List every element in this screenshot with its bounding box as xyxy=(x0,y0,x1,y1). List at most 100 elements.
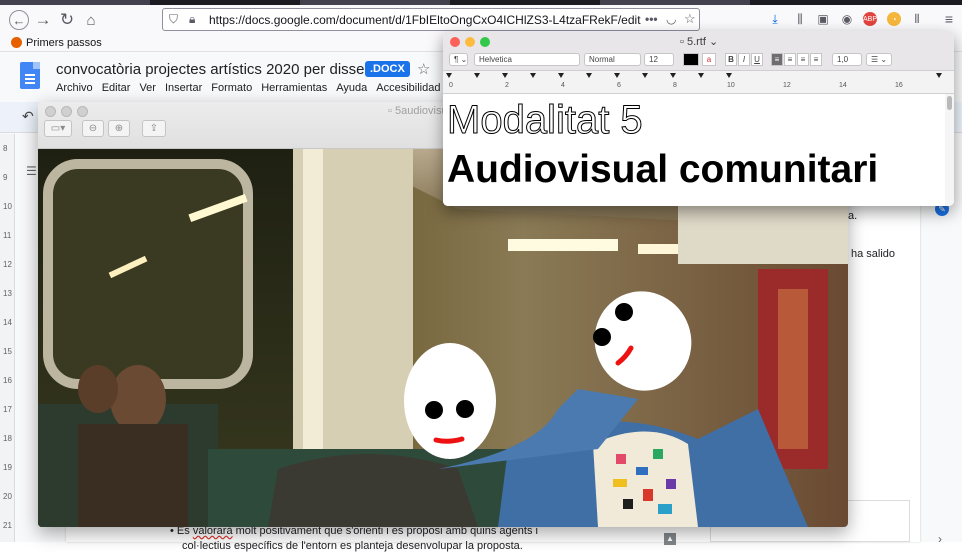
minimize-button[interactable] xyxy=(465,37,475,47)
menu-archivo[interactable]: Archivo xyxy=(56,82,93,94)
ruler-number: 2 xyxy=(505,82,509,89)
partial-text: ha salido xyxy=(851,248,896,260)
bullet-line-2: col·lectius específics de l'entorn es pl… xyxy=(182,540,523,552)
bookmark-star-icon[interactable]: ☆ xyxy=(684,11,696,27)
heading-modalitat[interactable]: Modalitat 5 xyxy=(447,98,644,143)
bold-button[interactable]: B xyxy=(725,53,737,66)
equalizer-icon[interactable]: ⦀ xyxy=(910,12,924,26)
pocket-icon[interactable]: ◡ xyxy=(666,12,676,26)
textedit-window[interactable]: ▫ 5.rtf ⌄ ¶ ⌄ Helvetica Normal 12 a B I … xyxy=(443,31,954,206)
ruler-number: 9 xyxy=(3,173,8,182)
docs-logo-icon[interactable] xyxy=(20,62,40,89)
close-button[interactable] xyxy=(45,106,56,117)
zoom-out-icon[interactable]: ⊖ xyxy=(82,120,104,137)
ruler-number: 16 xyxy=(895,82,903,89)
ruler-number: 14 xyxy=(839,82,847,89)
minimize-button[interactable] xyxy=(61,106,72,117)
align-justify-icon[interactable]: ≡ xyxy=(810,53,822,66)
heading-audiovisual[interactable]: Audiovisual comunitari xyxy=(447,148,878,192)
docx-badge: .DOCX xyxy=(365,61,410,77)
list-style-icon[interactable]: ☰ ⌄ xyxy=(866,53,892,66)
star-icon[interactable]: ☆ xyxy=(417,60,430,78)
address-bar[interactable]: ⛉ 🔒︎ https://docs.google.com/document/d/… xyxy=(162,8,700,31)
ellipsis-icon[interactable]: ••• xyxy=(645,12,658,26)
align-left-icon[interactable]: ≡ xyxy=(771,53,783,66)
ruler-number: 10 xyxy=(3,202,12,211)
bookmark-primers-passos[interactable]: Primers passos xyxy=(26,37,102,49)
highlight-color-icon[interactable]: a xyxy=(702,53,716,66)
home-icon[interactable]: ⌂ xyxy=(80,9,102,31)
ruler-number: 11 xyxy=(3,231,12,240)
ruler-number: 4 xyxy=(561,82,565,89)
ruler-number: 19 xyxy=(3,463,12,472)
reload-icon[interactable]: ↻ xyxy=(56,9,78,31)
sidebar-icon[interactable]: ▣ xyxy=(816,12,830,26)
font-family-select[interactable]: Helvetica xyxy=(474,53,580,66)
url-text[interactable]: https://docs.google.com/document/d/1FbIE… xyxy=(209,13,641,27)
sidebar-toggle-icon[interactable]: ▭▾ xyxy=(44,120,72,137)
ruler-number: 6 xyxy=(617,82,621,89)
partial-text: a. xyxy=(848,210,858,222)
download-icon[interactable]: ⤓ xyxy=(768,12,782,26)
underline-button[interactable]: U xyxy=(751,53,763,66)
menu-insertar[interactable]: Insertar xyxy=(165,82,202,94)
extension-icon[interactable]: ◔ xyxy=(887,12,901,26)
account-icon[interactable]: ◉ xyxy=(840,12,854,26)
align-center-icon[interactable]: ≡ xyxy=(784,53,796,66)
firefox-favicon-icon xyxy=(11,37,22,48)
ruler-number: 8 xyxy=(673,82,677,89)
share-icon[interactable]: ⇪ xyxy=(142,120,166,137)
document-title[interactable]: convocatòria projectes artístics 2020 pe… xyxy=(56,61,380,78)
document-outline-icon[interactable]: ☰ xyxy=(26,164,38,178)
zoom-button[interactable] xyxy=(480,37,490,47)
text-color-swatch[interactable] xyxy=(683,53,699,66)
align-right-icon[interactable]: ≡ xyxy=(797,53,809,66)
paragraph-style-select[interactable]: ¶ ⌄ xyxy=(449,53,468,66)
ruler-number: 13 xyxy=(3,289,12,298)
adblock-icon[interactable]: ABP xyxy=(863,12,877,26)
undo-icon[interactable]: ↶ xyxy=(22,108,34,125)
chevron-right-icon[interactable]: › xyxy=(938,532,942,546)
ruler-number: 8 xyxy=(3,144,8,153)
ruler-number: 14 xyxy=(3,318,12,327)
textedit-title: ▫ 5.rtf ⌄ xyxy=(680,36,719,48)
format-bar: ¶ ⌄ Helvetica Normal 12 a B I U ≡ ≡ ≡ ≡ … xyxy=(443,50,954,71)
forward-arrow-icon[interactable]: → xyxy=(32,9,54,31)
font-style-select[interactable]: Normal xyxy=(584,53,641,66)
library-icon[interactable]: ⫼ xyxy=(793,12,807,26)
menu-herramientas[interactable]: Herramientas xyxy=(261,82,327,94)
document-bullet: • Es valorarà molt positivament que s'or… xyxy=(170,525,538,552)
menu-editar[interactable]: Editar xyxy=(102,82,131,94)
textedit-scrollbar[interactable] xyxy=(945,94,954,206)
zoom-in-icon[interactable]: ⊕ xyxy=(108,120,130,137)
font-size-select[interactable]: 12 xyxy=(644,53,674,66)
menu-ver[interactable]: Ver xyxy=(139,82,156,94)
menu-accesibilidad[interactable]: Accesibilidad xyxy=(376,82,440,94)
ruler-number: 17 xyxy=(3,405,12,414)
ruler-number: 0 xyxy=(449,82,453,89)
scroll-to-top-icon[interactable]: ▲ xyxy=(664,533,676,545)
line-spacing-select[interactable]: 1,0 xyxy=(832,53,862,66)
menu-formato[interactable]: Formato xyxy=(211,82,252,94)
ruler-number: 21 xyxy=(3,521,12,530)
hamburger-menu-icon[interactable]: ≡ xyxy=(942,11,956,27)
ruler-number: 12 xyxy=(3,260,12,269)
ruler-number: 15 xyxy=(3,347,12,356)
close-button[interactable] xyxy=(450,37,460,47)
docs-menu-bar: Archivo Editar Ver Insertar Formato Herramien… xyxy=(56,82,449,94)
ruler-number: 16 xyxy=(3,376,12,385)
textedit-titlebar[interactable]: ▫ 5.rtf ⌄ xyxy=(443,31,954,50)
textedit-title-text: 5.rtf xyxy=(686,36,706,48)
menu-ayuda[interactable]: Ayuda xyxy=(336,82,367,94)
ruler-number: 12 xyxy=(783,82,791,89)
ruler-number: 10 xyxy=(727,82,735,89)
ruler-number: 20 xyxy=(3,492,12,501)
lock-icon[interactable]: 🔒︎ xyxy=(189,12,195,27)
shield-icon[interactable]: ⛉ xyxy=(169,12,178,27)
ruler-number: 18 xyxy=(3,434,12,443)
zoom-button[interactable] xyxy=(77,106,88,117)
vertical-ruler: 8 9 10 11 12 13 14 15 16 17 18 19 20 21 xyxy=(0,134,15,542)
back-arrow-icon[interactable]: ← xyxy=(9,10,29,30)
textedit-document[interactable]: Modalitat 5 Audiovisual comunitari xyxy=(443,94,945,206)
italic-button[interactable]: I xyxy=(738,53,750,66)
